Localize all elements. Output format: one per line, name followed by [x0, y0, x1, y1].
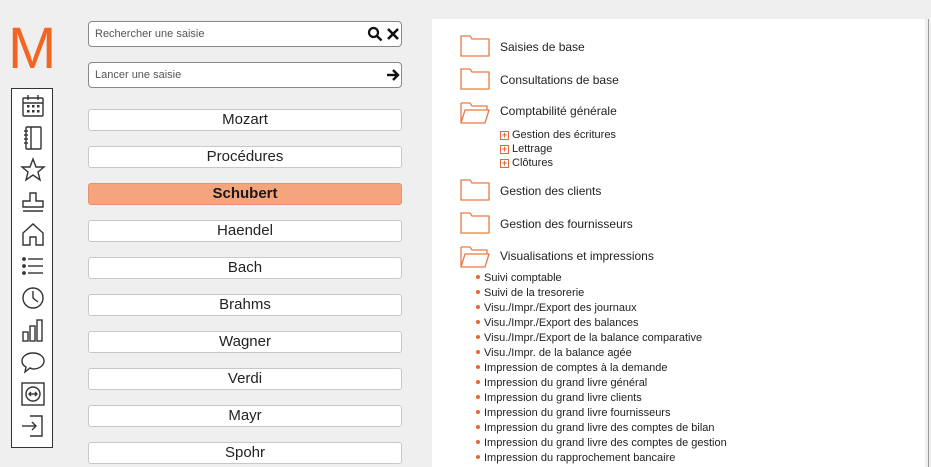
menu-link[interactable]: Impression du grand livre général: [476, 376, 647, 391]
tree-item-clotures[interactable]: + Clôtures: [500, 156, 553, 170]
transfer-icon[interactable]: [12, 379, 54, 409]
expand-icon[interactable]: +: [500, 131, 509, 140]
menu-link[interactable]: Impression du grand livre des comptes de…: [476, 436, 727, 451]
app-window: M Rechercher une saisie Lancer une saisi…: [0, 0, 931, 467]
workspace-mozart[interactable]: Mozart: [88, 109, 402, 131]
menu-link[interactable]: Impression du rapprochement bancaire: [476, 451, 675, 466]
workspace-wagner[interactable]: Wagner: [88, 331, 402, 353]
search-icon[interactable]: [367, 26, 383, 42]
workspace-spohr[interactable]: Spohr: [88, 442, 402, 464]
menu-panel: Saisies de base Consultations de base Co…: [432, 19, 925, 467]
expand-icon[interactable]: +: [500, 159, 509, 168]
folder-label: Saisies de base: [500, 40, 585, 54]
menu-link[interactable]: Visu./Impr./Export des journaux: [476, 301, 637, 316]
folder-label: Consultations de base: [500, 73, 619, 87]
folder-icon: [460, 35, 490, 57]
folder-label: Comptabilité générale: [500, 104, 617, 118]
icon-toolbar: [11, 88, 53, 448]
app-logo[interactable]: M: [8, 20, 56, 78]
folder-icon: [460, 68, 490, 90]
arrow-right-icon[interactable]: [385, 67, 401, 83]
exit-icon[interactable]: [12, 411, 54, 441]
menu-link[interactable]: Suivi de la tresorerie: [476, 286, 584, 301]
tree-item-gestion-des-ecritures[interactable]: + Gestion des écritures: [500, 128, 616, 142]
chat-icon[interactable]: [12, 347, 54, 377]
bar-chart-icon[interactable]: [12, 315, 54, 345]
expand-icon[interactable]: +: [500, 145, 509, 154]
folder-icon: [460, 179, 490, 201]
folder-label: Visualisations et impressions: [500, 249, 654, 263]
menu-link[interactable]: Visu./Impr./Export des balances: [476, 316, 639, 331]
clock-icon[interactable]: [12, 283, 54, 313]
left-rail: M: [0, 0, 80, 467]
folder-label: Gestion des clients: [500, 184, 602, 198]
open-folder-icon: [460, 246, 490, 268]
workspace-haendel[interactable]: Haendel: [88, 220, 402, 242]
menu-link[interactable]: Suivi comptable: [476, 271, 562, 286]
star-icon[interactable]: [12, 155, 54, 185]
menu-link[interactable]: Visu./Impr. de la balance agée: [476, 346, 632, 361]
home-icon[interactable]: [12, 219, 54, 249]
list-icon[interactable]: [12, 251, 54, 281]
menu-link[interactable]: Impression du grand livre fournisseurs: [476, 406, 670, 421]
tree-item-lettrage[interactable]: + Lettrage: [500, 142, 552, 156]
workspace-bach[interactable]: Bach: [88, 257, 402, 279]
workspace-brahms[interactable]: Brahms: [88, 294, 402, 316]
clear-icon[interactable]: [385, 26, 401, 42]
menu-link[interactable]: Visu./Impr./Export de la balance compara…: [476, 331, 702, 346]
launch-input[interactable]: [95, 66, 345, 84]
workspace-column: Mozart Procédures Schubert Haendel Bach …: [80, 0, 418, 467]
launch-box: [88, 62, 402, 88]
scrollbar-track[interactable]: [928, 19, 929, 467]
search-box: [88, 21, 402, 47]
notebook-icon[interactable]: [12, 123, 54, 153]
workspace-schubert[interactable]: Schubert: [88, 183, 402, 205]
workspace-procedures[interactable]: Procédures: [88, 146, 402, 168]
stamp-icon[interactable]: [12, 187, 54, 217]
menu-link[interactable]: Impression de comptes à la demande: [476, 361, 667, 376]
open-folder-icon: [460, 102, 490, 124]
menu-area: Saisies de base Consultations de base Co…: [418, 0, 931, 467]
folder-icon: [460, 212, 490, 234]
calendar-icon[interactable]: [12, 91, 54, 121]
search-input[interactable]: [95, 25, 345, 43]
folder-label: Gestion des fournisseurs: [500, 217, 633, 231]
menu-link[interactable]: Impression du grand livre des comptes de…: [476, 421, 715, 436]
workspace-mayr[interactable]: Mayr: [88, 405, 402, 427]
workspace-verdi[interactable]: Verdi: [88, 368, 402, 390]
menu-link[interactable]: Impression du grand livre clients: [476, 391, 642, 406]
